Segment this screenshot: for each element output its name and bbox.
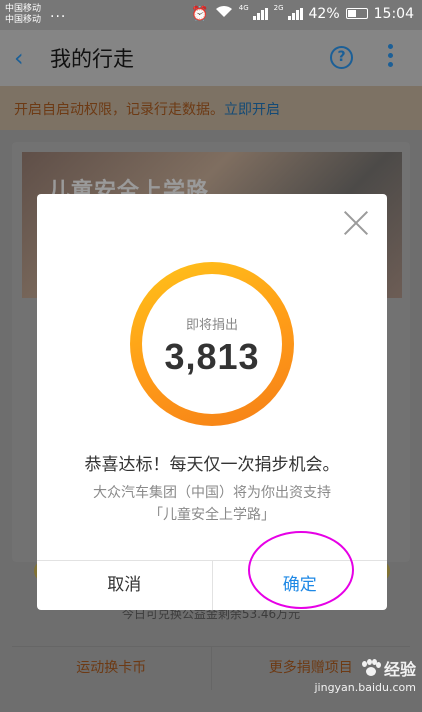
- step-count-ring: 即将捐出 3,813: [130, 262, 294, 426]
- status-icons: ⏰ 4G 2G 42% 15:04: [191, 5, 414, 22]
- title-bar: ‹ 我的行走 ?: [0, 30, 422, 86]
- cancel-button[interactable]: 取消: [37, 561, 213, 610]
- notice-text-wrap: 开启自启动权限，记录行走数据。立即开启: [14, 99, 280, 119]
- clock: 15:04: [373, 5, 414, 22]
- close-icon[interactable]: [343, 210, 369, 236]
- network-type-1: 4G: [238, 4, 249, 12]
- help-icon[interactable]: ?: [330, 46, 353, 69]
- watermark-main: 经验: [383, 660, 416, 679]
- congrats-message: 恭喜达标！每天仅一次捐步机会。: [84, 455, 340, 475]
- signal-icon-2: [287, 7, 303, 20]
- watermark-sub: jingyan.baidu.com: [314, 681, 416, 694]
- notice-text: 开启自启动权限，记录行走数据。: [14, 102, 224, 118]
- exchange-coins-button[interactable]: 运动换卡币: [12, 647, 211, 690]
- sponsor-text: 大众汽车集团（中国）将为你出资支持: [93, 485, 331, 501]
- ring-label: 即将捐出: [185, 318, 238, 333]
- network-type-2: 2G: [273, 4, 284, 12]
- annotation-circle: [248, 531, 354, 609]
- status-bar: 中国移动 中国移动 ... ⏰ 4G 2G 42% 15:04: [0, 0, 422, 30]
- baidu-paw-icon: [361, 659, 381, 677]
- alarm-icon: ⏰: [191, 5, 209, 22]
- autostart-notice: 开启自启动权限，记录行走数据。立即开启: [0, 86, 422, 130]
- more-options-icon[interactable]: [388, 44, 394, 71]
- carrier-2: 中国移动: [5, 15, 42, 25]
- baidu-jingyan-watermark: 经验 jingyan.baidu.com: [314, 656, 416, 694]
- notification-dots: ...: [50, 5, 67, 21]
- page-title: 我的行走: [50, 47, 134, 71]
- carrier-1: 中国移动: [5, 4, 42, 14]
- enable-autostart-link[interactable]: 立即开启: [224, 102, 280, 118]
- back-arrow-icon[interactable]: ‹: [14, 44, 24, 72]
- project-name: 「儿童安全上学路」: [149, 507, 275, 523]
- wifi-icon: [215, 5, 233, 22]
- signal-icon-1: [252, 7, 268, 20]
- battery-percent: 42%: [308, 5, 340, 22]
- battery-icon: [345, 8, 368, 19]
- step-count-value: 3,813: [164, 336, 260, 377]
